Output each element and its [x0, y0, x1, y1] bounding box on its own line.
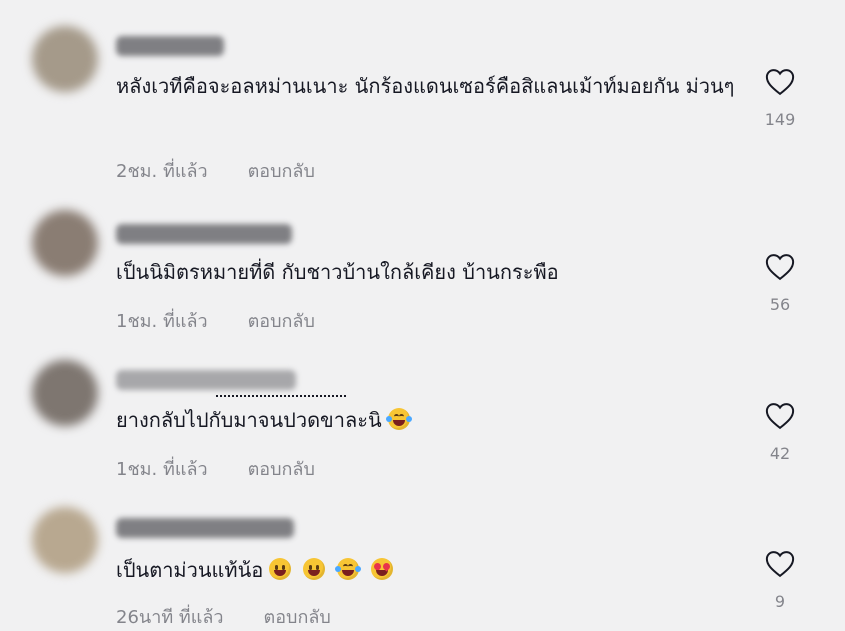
laughing-emoji-icon — [385, 408, 412, 430]
comment-text: ยางกลับไปกับมาจนปวดขาละนิ — [116, 400, 746, 440]
heart-outline-icon — [765, 551, 795, 578]
avatar[interactable] — [32, 26, 98, 92]
like-button[interactable]: 149 — [760, 68, 800, 129]
comment-meta: 1ชม. ที่แล้ว ตอบกลับ — [116, 306, 315, 335]
username[interactable] — [116, 518, 294, 538]
like-button[interactable]: 9 — [760, 550, 800, 611]
reply-button[interactable]: ตอบกลับ — [248, 306, 315, 335]
reply-button[interactable]: ตอบกลับ — [248, 454, 315, 483]
heart-outline-icon — [765, 69, 795, 96]
comment-time: 1ชม. ที่แล้ว — [116, 311, 208, 332]
like-button[interactable]: 56 — [760, 253, 800, 314]
comment-meta: 1ชม. ที่แล้ว ตอบกลับ — [116, 454, 315, 483]
comment-text-content: เป็นตาม่วนแท้น้อ — [116, 558, 264, 582]
username[interactable] — [116, 370, 296, 390]
username-dots — [216, 395, 346, 397]
comment-text: หลังเวทีคือจะอลหม่านเนาะ นักร้องแดนเซอร์… — [116, 74, 735, 98]
like-count: 42 — [769, 444, 791, 463]
comment-meta: 2ชม. ที่แล้ว ตอบกลับ — [116, 156, 315, 185]
heart-outline-icon — [765, 403, 795, 430]
avatar[interactable] — [32, 360, 98, 426]
comment-time: 1ชม. ที่แล้ว — [116, 459, 208, 480]
username[interactable] — [116, 36, 224, 56]
avatar[interactable] — [32, 210, 98, 276]
username[interactable] — [116, 224, 292, 244]
reply-button[interactable]: ตอบกลับ — [264, 602, 331, 631]
comment-meta: 26นาที ที่แล้ว ตอบกลับ — [116, 602, 331, 631]
like-button[interactable]: 42 — [760, 402, 800, 463]
heart-outline-icon — [765, 254, 795, 281]
like-count: 56 — [769, 295, 791, 314]
grinning-emoji-icon — [269, 558, 292, 580]
like-count: 9 — [774, 592, 786, 611]
comment-text: เป็นนิมิตรหมายที่ดี กับชาวบ้านใกล้เคียง … — [116, 260, 559, 284]
reply-button[interactable]: ตอบกลับ — [248, 156, 315, 185]
comment-text: เป็นตาม่วนแท้น้อ — [116, 550, 746, 590]
comment-text-content: ยางกลับไปกับมาจนปวดขาละนิ — [116, 408, 382, 432]
like-count: 149 — [764, 110, 796, 129]
laughing-emoji-icon — [335, 558, 362, 580]
grinning-emoji-icon — [303, 558, 326, 580]
comment-time: 26นาที ที่แล้ว — [116, 607, 224, 628]
comment-time: 2ชม. ที่แล้ว — [116, 161, 208, 182]
avatar[interactable] — [32, 507, 98, 573]
heart-eyes-emoji-icon — [371, 558, 394, 580]
